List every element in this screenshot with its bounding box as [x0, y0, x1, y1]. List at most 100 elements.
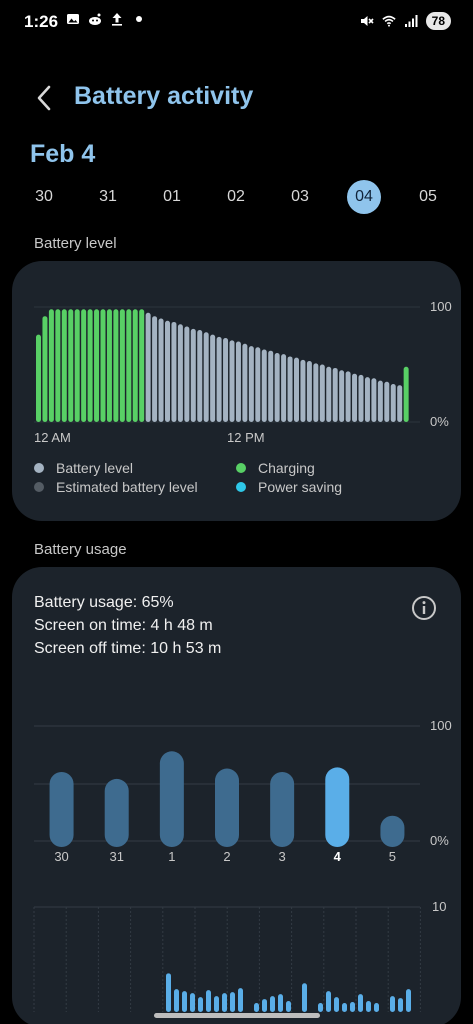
battery-usage-percent: Battery usage: 65% — [34, 594, 174, 611]
hourly-usage-bar — [182, 991, 187, 1012]
app-header: Battery activity — [0, 78, 473, 118]
battery-level-bar — [364, 377, 370, 422]
legend-dot-battery — [34, 463, 44, 473]
battery-level-bar — [210, 334, 216, 422]
reddit-icon — [89, 13, 101, 25]
gesture-nav-handle[interactable] — [154, 1013, 320, 1018]
daily-usage-bar — [215, 768, 239, 847]
battery-level-bar — [261, 349, 267, 422]
battery-level-bar — [158, 318, 164, 422]
hourly-usage-bar — [406, 989, 411, 1012]
day-item-05[interactable]: 05 — [411, 180, 445, 214]
x-tick-label: 3 — [279, 849, 286, 862]
legend-power-saving: Power saving — [236, 479, 342, 495]
daily-usage-bar — [380, 815, 405, 847]
hourly-usage-bar — [286, 1001, 291, 1012]
daily-usage-chart[interactable]: 30 31 1 2 3 4 5 100 0% — [12, 712, 461, 862]
battery-level-bar — [294, 357, 299, 422]
y-tick-label-100: 100 — [430, 299, 452, 314]
battery-level-bar — [94, 309, 100, 422]
battery-level-bar — [384, 381, 390, 422]
info-icon[interactable] — [411, 595, 437, 621]
battery-level-bar — [352, 373, 358, 422]
back-button[interactable] — [30, 82, 58, 114]
y-tick-label-10: 10 — [432, 902, 446, 914]
day-item-02[interactable]: 02 — [219, 180, 253, 214]
upload-icon — [112, 13, 122, 26]
battery-level-bar — [255, 347, 261, 422]
legend-charging: Charging — [236, 460, 315, 476]
notification-icons — [66, 12, 146, 26]
battery-level-bars — [36, 309, 409, 422]
battery-level-bar — [74, 309, 80, 422]
battery-level-bar — [229, 340, 235, 422]
hourly-usage-bar — [334, 997, 339, 1012]
battery-level-bar — [197, 330, 203, 422]
battery-level-bar — [145, 312, 151, 422]
screen-off-time: Screen off time: 10 h 53 m — [34, 640, 222, 657]
status-time: 1:26 — [24, 12, 59, 31]
daily-usage-bar — [104, 778, 129, 847]
battery-level-bar — [248, 346, 254, 422]
battery-level-bar — [281, 354, 287, 422]
battery-level-bar — [358, 374, 364, 422]
battery-level-bar — [203, 332, 209, 422]
hourly-usage-bar — [278, 994, 283, 1012]
battery-level-chart[interactable]: 100 0% 12 AM 12 PM — [12, 291, 461, 481]
battery-level-bar — [106, 309, 112, 422]
battery-usage-section-label: Battery usage — [34, 541, 127, 558]
hourly-usage-bar — [326, 991, 331, 1012]
hourly-usage-bar — [190, 993, 195, 1012]
battery-level-bar — [332, 367, 338, 422]
hourly-usage-chart[interactable]: 10 — [12, 902, 461, 1012]
y-tick-label-100: 100 — [430, 718, 452, 733]
gallery-icon — [67, 14, 79, 24]
day-item-04-selected[interactable]: 04 — [347, 180, 381, 214]
battery-level-bar — [87, 309, 93, 422]
battery-level-bar — [223, 338, 229, 422]
battery-level-bar — [42, 316, 48, 422]
day-item-30[interactable]: 30 — [27, 180, 61, 214]
battery-level-bar — [339, 370, 345, 422]
wifi-icon — [382, 15, 396, 27]
battery-level-bar — [132, 309, 138, 422]
day-item-31[interactable]: 31 — [91, 180, 125, 214]
x-tick-label: 2 — [223, 849, 230, 862]
battery-level-bar — [100, 309, 106, 422]
day-item-01[interactable]: 01 — [155, 180, 189, 214]
legend-label: Battery level — [56, 460, 134, 476]
battery-level-bar — [68, 309, 74, 422]
battery-level-bar — [184, 326, 190, 422]
hourly-usage-bar — [214, 996, 219, 1012]
daily-usage-bars: 30 31 1 2 3 4 5 — [49, 751, 405, 862]
legend-battery-level: Battery level — [34, 460, 133, 476]
hourly-usage-bar — [270, 996, 275, 1012]
x-tick-label-12am: 12 AM — [34, 430, 71, 445]
hourly-usage-bar — [174, 989, 179, 1012]
battery-level-bar — [61, 309, 67, 422]
y-tick-label-0: 0% — [430, 414, 449, 429]
battery-level-bar — [152, 316, 158, 422]
battery-level-bar — [216, 336, 222, 422]
battery-level-bar — [55, 309, 61, 422]
hourly-usage-bar — [350, 1002, 355, 1012]
legend-dot-charging — [236, 463, 246, 473]
battery-level-bar — [274, 353, 280, 422]
signal-icon — [404, 15, 418, 27]
battery-level-bar — [139, 309, 145, 422]
battery-level-bar — [81, 309, 87, 422]
hourly-usage-bar — [358, 994, 363, 1012]
daily-usage-bar — [270, 772, 295, 847]
battery-level-bar — [390, 384, 396, 422]
battery-level-card: 100 0% 12 AM 12 PM Battery level Chargin… — [12, 261, 461, 521]
battery-level-bar — [371, 378, 377, 422]
battery-level-bar — [306, 361, 312, 422]
battery-level-bar — [36, 334, 41, 422]
legend-dot-estimated — [34, 482, 44, 492]
battery-level-bar — [403, 366, 409, 422]
battery-level-bar — [235, 341, 241, 422]
day-item-03[interactable]: 03 — [283, 180, 317, 214]
x-tick-label: 31 — [109, 849, 123, 862]
battery-level-bar — [397, 385, 403, 422]
battery-level-bar — [48, 309, 54, 422]
